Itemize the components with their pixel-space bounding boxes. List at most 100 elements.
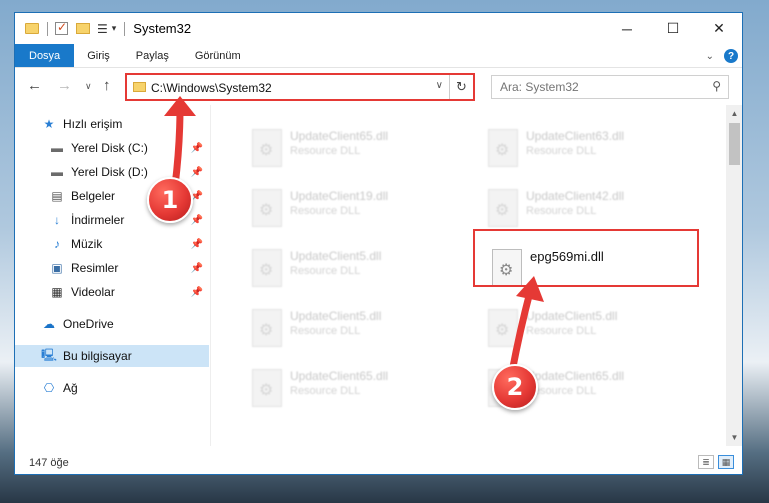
back-arrow-icon[interactable]: ← — [27, 77, 42, 94]
customize-toolbar-arrow-icon[interactable]: ▾ — [112, 23, 117, 34]
drive-icon: ▬ — [51, 165, 63, 179]
title-divider — [124, 21, 126, 36]
pin-icon[interactable]: 📌 — [191, 287, 203, 298]
sidebar-item-label: Videolar — [71, 285, 115, 299]
navigation-bar: ← → ∨ ↑ C:\Windows\System32 ∨ ↻ ⚲ — [15, 68, 742, 105]
ribbon-tabs: Dosya Giriş Paylaş Görünüm ⌄ ? — [15, 44, 742, 68]
sidebar-item-label: OneDrive — [63, 317, 114, 331]
large-icons-view-icon[interactable]: ▦ — [718, 455, 734, 469]
star-icon: ★ — [43, 117, 55, 131]
computer-icon: 🖳 — [41, 347, 58, 362]
pin-icon[interactable]: 📌 — [191, 215, 203, 226]
pin-icon[interactable]: 📌 — [191, 263, 203, 274]
ribbon-right-controls: ⌄ ? — [706, 44, 742, 68]
address-path[interactable]: C:\Windows\System32 — [151, 81, 272, 95]
quick-access-toolbar: ☰ ▾ System32 — [15, 13, 191, 44]
cloud-icon: ☁ — [43, 317, 55, 331]
drive-icon: ▬ — [51, 141, 63, 155]
details-view-icon[interactable]: ≣ — [698, 455, 714, 469]
sidebar-item-network[interactable]: ⎔ Ağ — [15, 377, 209, 399]
up-arrow-icon[interactable]: ↑ — [103, 77, 111, 94]
tab-home[interactable]: Giriş — [74, 44, 123, 67]
pin-icon[interactable]: 📌 — [191, 143, 203, 154]
dll-file-icon — [488, 129, 518, 167]
sidebar-item-pictures[interactable]: ▣ Resimler 📌 — [15, 257, 209, 279]
file-item[interactable]: UpdateClient42.dll Resource DLL — [474, 185, 694, 235]
vertical-scrollbar[interactable]: ▲ ▼ — [726, 105, 742, 446]
file-item[interactable]: UpdateClient63.dll Resource DLL — [474, 125, 694, 175]
sidebar-item-onedrive[interactable]: ☁ OneDrive — [15, 313, 209, 335]
scroll-thumb[interactable] — [729, 123, 740, 165]
sidebar-item-label: Hızlı erişim — [63, 117, 123, 131]
download-icon: ↓ — [54, 213, 60, 227]
status-bar: 147 öğe ≣ ▦ — [15, 450, 742, 474]
step-badge-1: 1 — [147, 177, 193, 223]
sidebar-item-label: Yerel Disk (D:) — [71, 165, 148, 179]
item-count: 147 öğe — [29, 456, 69, 469]
properties-icon[interactable]: ☰ — [97, 22, 108, 36]
help-icon[interactable]: ? — [724, 49, 738, 63]
address-bar[interactable]: C:\Windows\System32 ∨ ↻ — [125, 73, 475, 101]
recent-locations-chevron-icon[interactable]: ∨ — [85, 81, 92, 92]
videos-icon: ▦ — [51, 285, 63, 299]
sidebar-item-label: Bu bilgisayar — [63, 349, 132, 363]
new-folder-icon[interactable] — [76, 23, 90, 34]
pictures-icon: ▣ — [51, 261, 63, 275]
sidebar-item-local-disk-c[interactable]: ▬ Yerel Disk (C:) 📌 — [15, 137, 209, 159]
sidebar-item-label: Müzik — [71, 237, 103, 251]
forward-arrow-icon[interactable]: → — [57, 77, 72, 94]
maximize-button[interactable]: ☐ — [650, 13, 696, 44]
music-icon: ♪ — [54, 237, 60, 251]
sidebar-item-label: Ağ — [63, 381, 78, 395]
documents-icon: ▤ — [51, 189, 63, 203]
view-toggle: ≣ ▦ — [694, 455, 734, 469]
file-item[interactable]: UpdateClient5.dll Resource DLL — [238, 305, 458, 355]
dll-file-icon — [252, 369, 282, 407]
sidebar-item-label: Resimler — [71, 261, 119, 275]
tab-share[interactable]: Paylaş — [123, 44, 182, 67]
sidebar-item-this-pc[interactable]: 🖳 Bu bilgisayar — [15, 345, 209, 367]
search-input[interactable] — [492, 76, 692, 98]
tab-file[interactable]: Dosya — [15, 44, 75, 67]
sidebar-item-label: İndirmeler — [71, 213, 125, 227]
search-box[interactable]: ⚲ — [491, 75, 729, 99]
close-button[interactable]: ✕ — [696, 13, 742, 44]
sidebar-item-label: Belgeler — [71, 189, 116, 203]
minimize-button[interactable]: ─ — [604, 13, 650, 44]
address-folder-icon — [133, 82, 146, 92]
toolbar-divider — [47, 21, 48, 36]
dll-file-icon — [488, 309, 518, 347]
navigation-pane: ★ Hızlı erişim ▬ Yerel Disk (C:) 📌 ▬ Yer… — [15, 105, 211, 446]
scroll-up-arrow-icon[interactable]: ▲ — [726, 105, 742, 122]
file-item[interactable]: UpdateClient65.dll Resource DLL — [238, 125, 458, 175]
dll-file-icon — [252, 129, 282, 167]
dll-file-icon — [488, 189, 518, 227]
search-icon[interactable]: ⚲ — [712, 79, 721, 93]
scroll-down-arrow-icon[interactable]: ▼ — [726, 429, 742, 446]
pin-icon[interactable]: 📌 — [191, 239, 203, 250]
file-highlight-box — [473, 229, 699, 287]
pin-icon[interactable]: 📌 — [191, 167, 203, 178]
sidebar-item-quick-access[interactable]: ★ Hızlı erişim — [15, 113, 209, 135]
dll-file-icon — [252, 249, 282, 287]
dll-file-icon — [252, 189, 282, 227]
properties-check-icon[interactable] — [55, 20, 68, 35]
title-bar: ☰ ▾ System32 ─ ☐ ✕ — [15, 13, 742, 44]
file-item[interactable]: UpdateClient65.dll Resource DLL — [238, 365, 458, 415]
window-title: System32 — [133, 21, 192, 36]
window-controls: ─ ☐ ✕ — [604, 13, 742, 44]
sidebar-item-videos[interactable]: ▦ Videolar 📌 — [15, 281, 209, 303]
network-icon: ⎔ — [43, 381, 55, 395]
sidebar-item-music[interactable]: ♪ Müzik 📌 — [15, 233, 209, 255]
refresh-icon[interactable]: ↻ — [449, 75, 473, 99]
file-item[interactable]: UpdateClient19.dll Resource DLL — [238, 185, 458, 235]
sidebar-item-label: Yerel Disk (C:) — [71, 141, 148, 155]
expand-ribbon-chevron-icon[interactable]: ⌄ — [706, 51, 714, 62]
address-dropdown-chevron-icon[interactable]: ∨ — [436, 80, 443, 91]
folder-icon — [25, 23, 39, 34]
dll-file-icon — [252, 309, 282, 347]
file-item[interactable]: UpdateClient5.dll Resource DLL — [238, 245, 458, 295]
step-badge-2: 2 — [492, 364, 538, 410]
tab-view[interactable]: Görünüm — [182, 44, 254, 67]
file-item[interactable]: UpdateClient5.dll Resource DLL — [474, 305, 694, 355]
